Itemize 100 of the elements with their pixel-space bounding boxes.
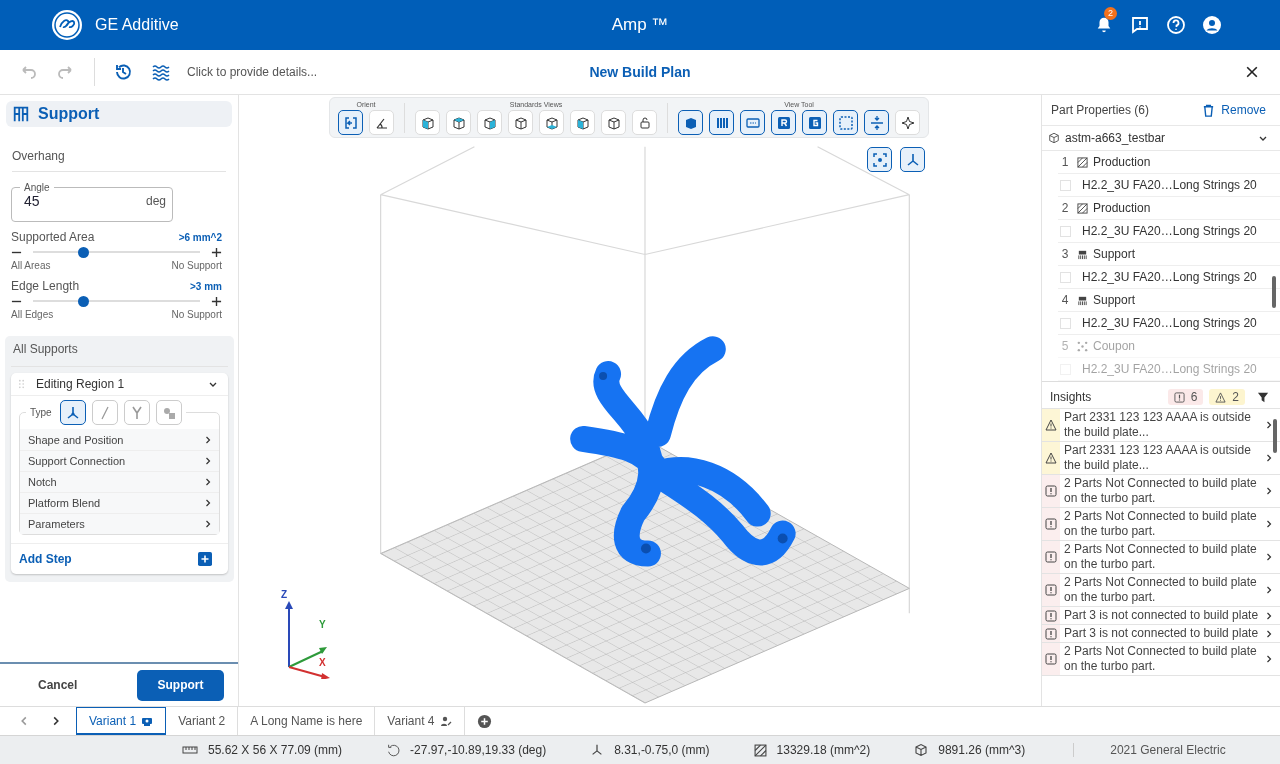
close-icon[interactable] xyxy=(1244,64,1260,80)
chevron-right-icon xyxy=(1266,454,1272,462)
error-icon xyxy=(1173,391,1185,403)
insights-title: Insights xyxy=(1050,390,1093,404)
checkbox[interactable] xyxy=(1060,225,1071,237)
cancel-button[interactable]: Cancel xyxy=(18,670,98,700)
angle-field[interactable]: Angle 45 deg xyxy=(11,182,173,222)
support-type-button[interactable] xyxy=(59,400,86,425)
copyright: 2021 General Electric xyxy=(1073,743,1226,757)
plus-icon[interactable] xyxy=(211,246,222,258)
error-icon xyxy=(1045,485,1057,497)
back-view-cube-icon xyxy=(512,114,529,131)
support-button[interactable]: Support xyxy=(137,669,224,701)
axes-button[interactable] xyxy=(900,147,925,172)
focus-button[interactable] xyxy=(867,147,892,172)
scrollbar-thumb[interactable] xyxy=(1273,419,1277,453)
view-tool-button[interactable] xyxy=(833,110,858,135)
scrollbar-thumb[interactable] xyxy=(1272,276,1276,308)
cube-outline-icon xyxy=(605,114,622,131)
slider-thumb[interactable] xyxy=(78,295,90,307)
view-tool-button[interactable] xyxy=(678,110,703,135)
standard-view-button[interactable] xyxy=(508,110,533,135)
insight-item[interactable]: 2 Parts Not Connected to build plate on the turbo part. xyxy=(1042,508,1280,541)
part-dropdown[interactable]: astm-a663_testbar xyxy=(1042,126,1280,151)
focus-icon xyxy=(871,151,888,168)
plus-icon[interactable] xyxy=(211,295,222,307)
user-icon[interactable] xyxy=(1202,15,1222,35)
remove-button[interactable]: Remove xyxy=(1202,103,1266,117)
status-value: 13329.18 (mm^2) xyxy=(776,743,871,757)
insight-item[interactable]: 2 Parts Not Connected to build plate on the turbo part. xyxy=(1042,541,1280,574)
add-icon[interactable] xyxy=(198,552,212,566)
standard-view-button[interactable] xyxy=(601,110,626,135)
slider-reading: >3 mm xyxy=(190,280,222,292)
checkbox[interactable] xyxy=(1060,271,1071,283)
filter-icon[interactable] xyxy=(1257,390,1270,404)
part-name: H2.2_3U FA20…Long Strings 20 xyxy=(1082,270,1257,284)
chevron-right-icon xyxy=(1266,655,1272,663)
settings-menu-item[interactable]: Support Connection xyxy=(20,450,219,471)
ruler-icon xyxy=(182,745,198,755)
orient-button[interactable] xyxy=(338,110,363,135)
warning-icon xyxy=(1045,452,1057,464)
flip-icon xyxy=(342,114,359,131)
app-title: Amp ™ xyxy=(611,15,669,35)
history-icon[interactable] xyxy=(113,62,133,82)
insight-item[interactable]: Part 3 is not connected to build plate xyxy=(1042,625,1280,643)
insight-item[interactable]: Part 3 is not connected to build plate xyxy=(1042,607,1280,625)
standard-view-button[interactable] xyxy=(539,110,564,135)
standard-view-button[interactable] xyxy=(415,110,440,135)
support-block-icon xyxy=(1077,248,1088,260)
part-index: 2 xyxy=(1060,201,1070,215)
error-icon xyxy=(1045,627,1057,640)
insight-item[interactable]: 2 Parts Not Connected to build plate on the turbo part. xyxy=(1042,475,1280,508)
insight-item[interactable]: Part 2331 123 123 AAAA is outside the build plate... xyxy=(1042,442,1280,475)
status-value: -27.97,-10.89,19.33 (deg) xyxy=(410,743,547,757)
standard-view-button[interactable] xyxy=(446,110,471,135)
view-tool-button[interactable] xyxy=(771,110,796,135)
add-step-link[interactable]: Add Step xyxy=(19,552,72,566)
part-index: 4 xyxy=(1060,293,1070,307)
insight-item[interactable]: 2 Parts Not Connected to build plate on the turbo part. xyxy=(1042,643,1280,676)
corner-view-cube-icon xyxy=(574,114,591,131)
letter-r-icon xyxy=(775,114,792,131)
warning-icon xyxy=(1045,419,1057,431)
standard-view-button[interactable] xyxy=(477,110,502,135)
view-tool-button[interactable] xyxy=(740,110,765,135)
add-tab-icon[interactable] xyxy=(476,713,492,729)
insight-item[interactable]: 2 Parts Not Connected to build plate on the turbo part. xyxy=(1042,574,1280,607)
standard-view-button[interactable] xyxy=(570,110,595,135)
chevron-right-icon xyxy=(205,457,211,465)
chevron-right-icon xyxy=(1266,520,1272,528)
checkbox[interactable] xyxy=(1060,317,1071,329)
status-value: 9891.26 (mm^3) xyxy=(938,743,1026,757)
rotate-icon xyxy=(386,743,401,757)
cube-icon xyxy=(1048,132,1060,144)
hatched-square-icon xyxy=(1077,202,1088,214)
view-tool-button[interactable] xyxy=(709,110,734,135)
section-title: Overhang xyxy=(12,137,226,172)
warning-count-badge[interactable]: 2 xyxy=(1209,389,1245,405)
drag-handle-icon[interactable] xyxy=(19,379,24,389)
error-count-badge[interactable]: 6 xyxy=(1167,389,1204,405)
user-edit-icon xyxy=(439,715,452,727)
checkbox[interactable] xyxy=(1060,179,1071,191)
settings-menu-item[interactable]: Platform Blend xyxy=(20,492,219,513)
dashed-square-icon xyxy=(837,114,854,131)
settings-menu-item[interactable]: Shape and Position xyxy=(20,429,219,450)
chevron-right-icon xyxy=(1266,553,1272,561)
view-tool-button[interactable] xyxy=(864,110,889,135)
slider-thumb[interactable] xyxy=(78,246,90,258)
settings-menu-item[interactable]: Notch xyxy=(20,471,219,492)
settings-menu-item[interactable]: Parameters xyxy=(20,513,219,534)
feedback-icon[interactable] xyxy=(1130,15,1150,35)
slider-reading: >6 mm^2 xyxy=(178,231,222,243)
view-tool-button[interactable] xyxy=(802,110,827,135)
axis-label: Y xyxy=(319,619,326,630)
error-icon xyxy=(1045,653,1057,665)
waves-icon[interactable] xyxy=(151,62,171,82)
sparkle-icon xyxy=(899,114,916,131)
type-label: Type xyxy=(30,407,52,418)
part-name: H2.2_3U FA20…Long Strings 20 xyxy=(1082,178,1257,192)
help-icon[interactable] xyxy=(1166,15,1186,35)
chevron-right-icon xyxy=(205,520,211,528)
